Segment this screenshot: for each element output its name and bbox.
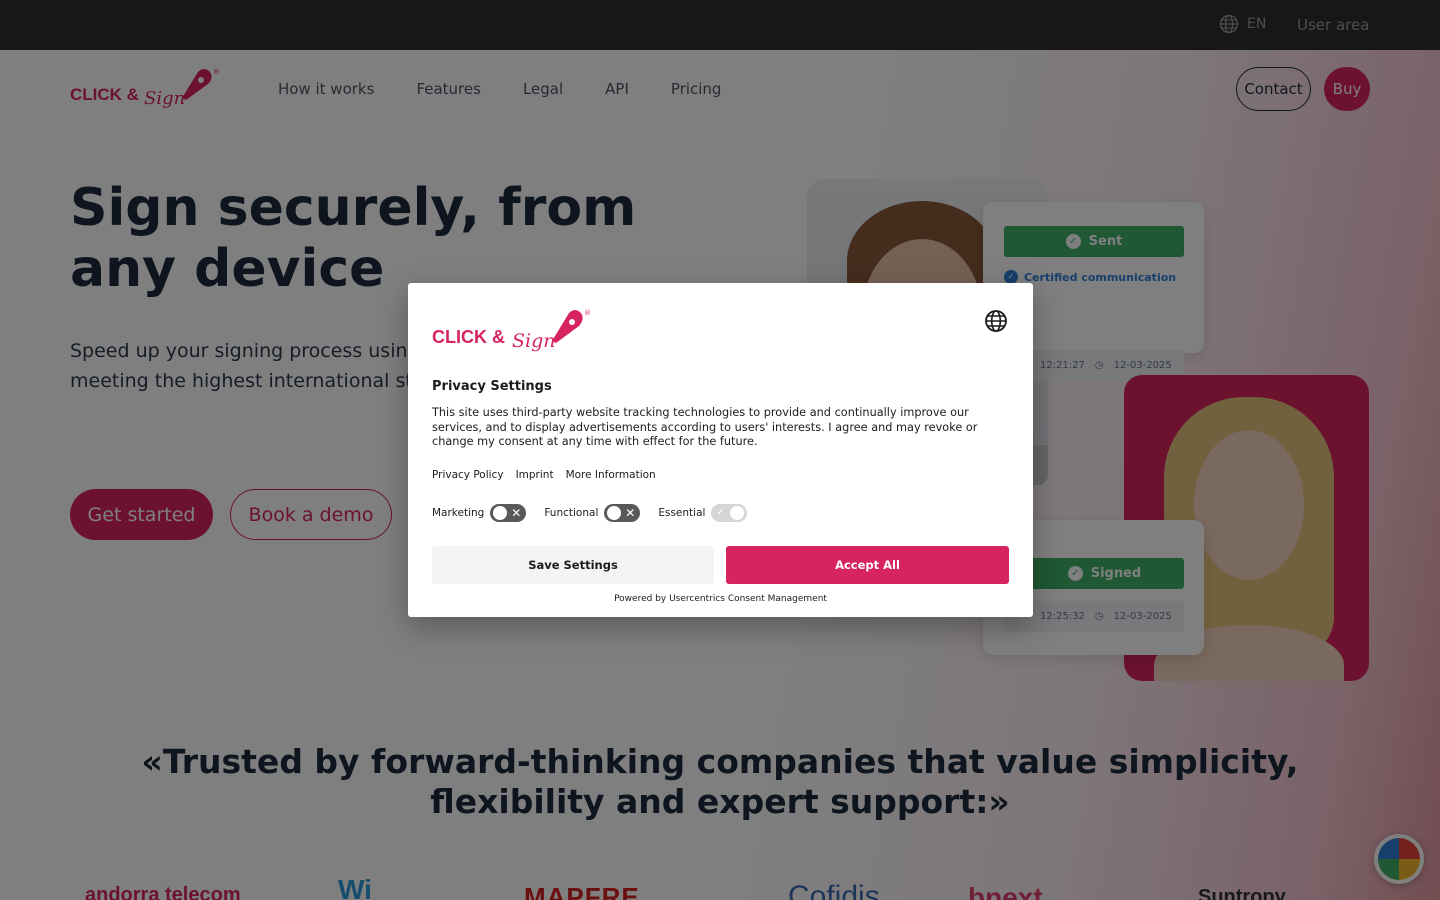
accept-all-button[interactable]: Accept All xyxy=(726,546,1009,584)
dialog-description: This site uses third-party website track… xyxy=(432,406,978,449)
marketing-label: Marketing xyxy=(432,507,485,519)
globe-icon xyxy=(985,310,1007,332)
dialog-logo-word: CLICK & xyxy=(432,327,505,347)
language-button[interactable] xyxy=(984,309,1008,333)
dialog-logo: CLICK & Sign ® xyxy=(432,307,594,361)
marketing-toggle[interactable]: ✕ xyxy=(490,504,527,522)
functional-label: Functional xyxy=(544,507,599,519)
consent-toggles: Marketing ✕ Functional ✕ Essential ✓ xyxy=(432,504,765,522)
close-icon: ✕ xyxy=(625,506,636,520)
dialog-logo-script: Sign xyxy=(512,330,556,352)
close-icon: ✕ xyxy=(511,506,522,520)
dialog-logo-mark: CLICK & Sign ® xyxy=(432,309,591,352)
powered-by-text: Powered by Usercentrics Consent Manageme… xyxy=(614,594,827,604)
more-information-link[interactable]: More Information xyxy=(566,469,656,481)
save-settings-button[interactable]: Save Settings xyxy=(432,546,714,584)
privacy-policy-link[interactable]: Privacy Policy xyxy=(432,469,504,481)
dialog-logo-reg: ® xyxy=(584,309,591,317)
privacy-settings-dialog: CLICK & Sign ® Privacy Settings This sit… xyxy=(408,283,1033,617)
functional-toggle[interactable]: ✕ xyxy=(604,504,641,522)
dialog-title: Privacy Settings xyxy=(432,379,552,394)
dialog-links: Privacy Policy Imprint More Information xyxy=(432,469,656,481)
essential-label: Essential xyxy=(658,507,706,519)
check-icon: ✓ xyxy=(716,507,725,518)
essential-toggle: ✓ xyxy=(711,504,748,522)
imprint-link[interactable]: Imprint xyxy=(516,469,554,481)
